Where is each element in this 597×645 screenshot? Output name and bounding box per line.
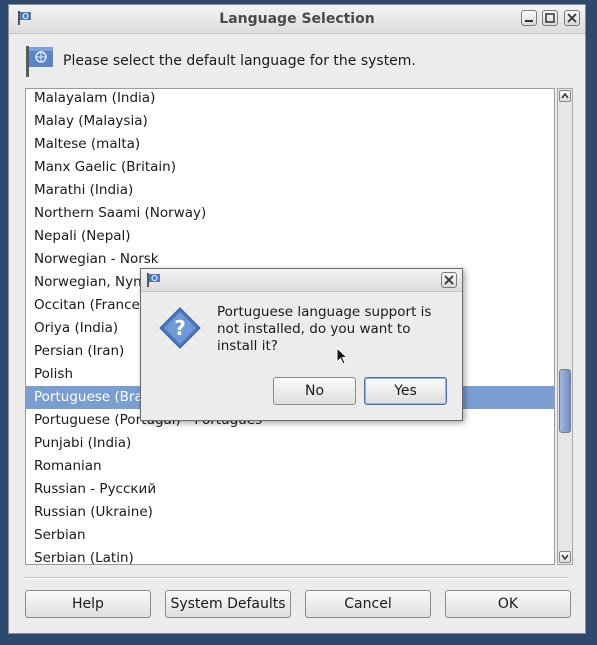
close-button[interactable]: [564, 10, 580, 26]
list-item[interactable]: Nepali (Nepal): [26, 225, 554, 248]
svg-text:?: ?: [174, 316, 186, 340]
list-item[interactable]: Maltese (malta): [26, 133, 554, 156]
maximize-button[interactable]: [542, 10, 558, 26]
help-button[interactable]: Help: [25, 590, 151, 618]
yes-button[interactable]: Yes: [364, 377, 447, 405]
list-item[interactable]: Malay (Malaysia): [26, 110, 554, 133]
list-item[interactable]: Russian (Ukraine): [26, 501, 554, 524]
close-icon: [444, 275, 454, 285]
system-defaults-button[interactable]: System Defaults: [165, 590, 291, 618]
scroll-up-button[interactable]: [559, 90, 571, 102]
flag-icon: [147, 273, 160, 287]
header: Please select the default language for t…: [25, 43, 565, 77]
maximize-icon: [545, 13, 555, 23]
scroll-down-button[interactable]: [559, 551, 571, 563]
window-title: Language Selection: [219, 11, 375, 27]
minimize-icon: [525, 20, 533, 22]
list-item[interactable]: Serbian: [26, 524, 554, 547]
install-confirmation-dialog: ? Portuguese language support is not ins…: [140, 268, 463, 421]
dialog-close-button[interactable]: [441, 272, 457, 288]
language-flag-icon: [26, 46, 53, 77]
list-item[interactable]: Romanian: [26, 455, 554, 478]
title-bar[interactable]: Language Selection: [9, 5, 585, 34]
list-scrollbar[interactable]: [557, 88, 573, 565]
list-item[interactable]: Northern Saami (Norway): [26, 202, 554, 225]
instruction-text: Please select the default language for t…: [63, 53, 416, 69]
list-item[interactable]: Malayalam (India): [26, 89, 554, 110]
minimize-button[interactable]: [521, 10, 537, 26]
no-button[interactable]: No: [273, 377, 356, 405]
ok-button[interactable]: OK: [445, 590, 571, 618]
question-icon: ?: [159, 307, 201, 349]
list-item[interactable]: Manx Gaelic (Britain): [26, 156, 554, 179]
close-icon: [567, 13, 577, 23]
dialog-title-bar[interactable]: [141, 269, 462, 292]
list-item[interactable]: Russian - Русский: [26, 478, 554, 501]
cancel-button[interactable]: Cancel: [305, 590, 431, 618]
list-item[interactable]: Marathi (India): [26, 179, 554, 202]
list-item[interactable]: Serbian (Latin): [26, 547, 554, 564]
scroll-thumb[interactable]: [559, 369, 571, 433]
separator: [25, 577, 569, 579]
chevron-up-icon: [561, 93, 569, 99]
chevron-down-icon: [561, 554, 569, 560]
mouse-pointer-icon: [336, 347, 348, 365]
list-item[interactable]: Punjabi (India): [26, 432, 554, 455]
